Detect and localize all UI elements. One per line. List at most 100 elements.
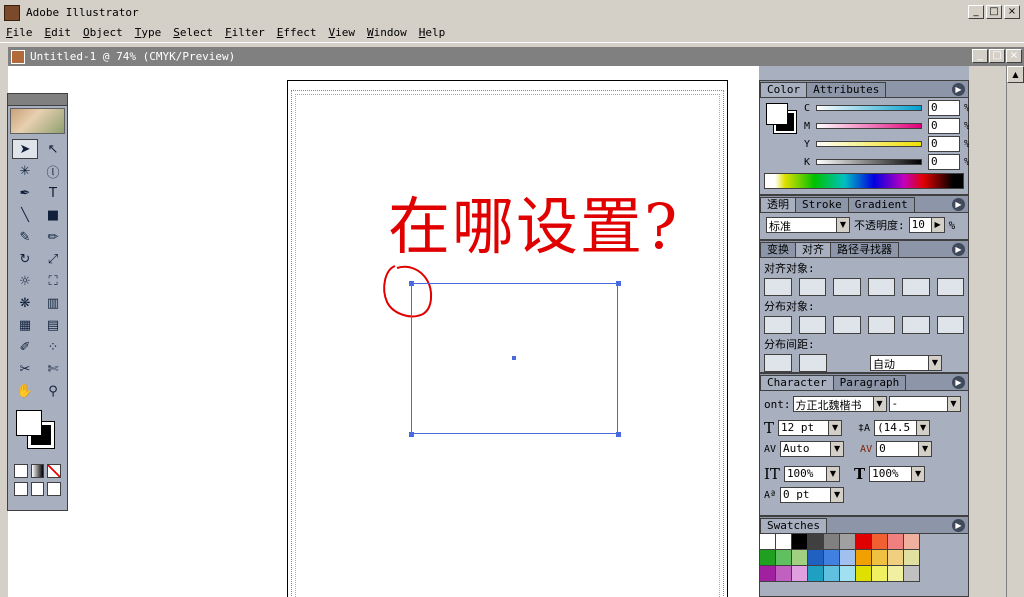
pencil-tool-icon[interactable]: ✏ (40, 227, 66, 247)
tab-attributes[interactable]: Attributes (806, 82, 887, 97)
distribute-hspace-button[interactable] (799, 354, 827, 372)
doc-minimize-button[interactable]: _ (972, 49, 988, 63)
doc-maximize-button[interactable]: □ (989, 49, 1005, 63)
font-size-input[interactable]: 12 pt ▼ (778, 420, 843, 436)
yellow-slider[interactable] (816, 141, 922, 147)
chevron-down-icon[interactable]: ▼ (836, 218, 849, 232)
screen-mode-full-menu-icon[interactable] (30, 482, 45, 496)
swatch[interactable] (856, 566, 872, 582)
slice-tool-icon[interactable]: ✂ (12, 359, 38, 379)
warp-tool-icon[interactable]: ☼ (12, 271, 38, 291)
distribute-vspace-button[interactable] (764, 354, 792, 372)
selection-handle[interactable] (409, 281, 414, 286)
selection-handle[interactable] (409, 432, 414, 437)
scissors-tool-icon[interactable]: ✄ (40, 359, 66, 379)
swatch[interactable] (888, 566, 904, 582)
tab-paragraph[interactable]: Paragraph (832, 375, 907, 390)
chevron-down-icon[interactable]: ▼ (928, 356, 941, 370)
free-transform-tool-icon[interactable]: ⛶ (40, 271, 66, 291)
minimize-button[interactable]: _ (968, 5, 984, 19)
menu-type[interactable]: Type (129, 26, 168, 39)
swatch[interactable] (824, 566, 840, 582)
swatch[interactable] (824, 550, 840, 566)
swatch[interactable] (792, 566, 808, 582)
swatch[interactable] (872, 534, 888, 550)
align-bottom-button[interactable] (936, 278, 964, 296)
scale-tool-icon[interactable]: ⤢ (40, 249, 66, 269)
swatch[interactable] (840, 566, 856, 582)
chevron-down-icon[interactable]: ▼ (830, 488, 844, 502)
rectangle-tool-icon[interactable]: ■ (40, 205, 66, 225)
blend-mode-select[interactable]: 标准 ▼ (766, 217, 850, 233)
swatch[interactable] (776, 550, 792, 566)
vertical-scale-input[interactable]: 100% ▼ (783, 466, 840, 482)
swatch[interactable] (808, 534, 824, 550)
gradient-tool-icon[interactable]: ▤ (40, 315, 66, 335)
font-style-select[interactable]: - ▼ (888, 396, 961, 412)
panel-menu-icon[interactable]: ▶ (952, 198, 965, 211)
color-mode-icon[interactable] (14, 464, 28, 478)
panel-menu-icon[interactable]: ▶ (952, 83, 965, 96)
chevron-down-icon[interactable]: ▼ (825, 467, 839, 481)
zoom-tool-icon[interactable]: ⚲ (40, 381, 66, 401)
swatch[interactable] (904, 550, 920, 566)
swatch[interactable] (872, 566, 888, 582)
swatch[interactable] (776, 566, 792, 582)
tab-stroke[interactable]: Stroke (795, 197, 849, 212)
swatch[interactable] (776, 534, 792, 550)
menu-view[interactable]: View (323, 26, 362, 39)
spacing-select[interactable]: 自动 ▼ (870, 355, 942, 371)
tab-gradient[interactable]: Gradient (847, 197, 915, 212)
opacity-input[interactable]: 10 ▶ (908, 217, 945, 233)
swatch[interactable] (872, 550, 888, 566)
scroll-up-icon[interactable]: ▲ (1007, 66, 1024, 83)
chevron-down-icon[interactable]: ▼ (916, 421, 930, 435)
kerning-input[interactable]: Auto ▼ (780, 441, 845, 457)
maximize-button[interactable]: □ (986, 5, 1002, 19)
menu-file[interactable]: File (0, 26, 39, 39)
align-vcenter-button[interactable] (902, 278, 930, 296)
swatch[interactable] (760, 534, 776, 550)
selection-handle[interactable] (616, 281, 621, 286)
symbol-sprayer-tool-icon[interactable]: ❋ (12, 293, 38, 313)
type-tool-icon[interactable]: T (40, 183, 66, 203)
swatch[interactable] (824, 534, 840, 550)
fill-stroke-swatch[interactable] (14, 408, 61, 458)
menu-filter[interactable]: Filter (219, 26, 271, 39)
pen-tool-icon[interactable]: ✒ (12, 183, 38, 203)
toolbox-header[interactable] (8, 94, 67, 106)
mesh-tool-icon[interactable]: ▦ (12, 315, 38, 335)
chevron-down-icon[interactable]: ▼ (918, 442, 932, 456)
tab-color[interactable]: Color (760, 82, 808, 97)
align-left-button[interactable] (764, 278, 792, 296)
menu-window[interactable]: Window (361, 26, 413, 39)
hand-tool-icon[interactable]: ✋ (12, 381, 38, 401)
yellow-value-input[interactable]: 0 (928, 136, 960, 152)
gradient-mode-icon[interactable] (30, 464, 45, 478)
panel-menu-icon[interactable]: ▶ (952, 243, 965, 256)
align-hcenter-button[interactable] (798, 278, 826, 296)
paintbrush-tool-icon[interactable]: ✎ (12, 227, 38, 247)
magic-wand-tool-icon[interactable]: ✳ (12, 161, 38, 181)
swatch[interactable] (856, 550, 872, 566)
magenta-value-input[interactable]: 0 (928, 118, 960, 134)
tab-character[interactable]: Character (760, 375, 834, 390)
align-top-button[interactable] (867, 278, 895, 296)
center-point[interactable] (512, 356, 516, 360)
swatch[interactable] (792, 534, 808, 550)
color-spectrum-bar[interactable] (764, 173, 964, 189)
swatch[interactable] (760, 550, 776, 566)
swatch[interactable] (792, 550, 808, 566)
menu-edit[interactable]: Edit (39, 26, 78, 39)
magenta-slider[interactable] (816, 123, 922, 129)
tab-transform[interactable]: 变换 (760, 242, 796, 257)
tracking-input[interactable]: 0 ▼ (876, 441, 933, 457)
chevron-down-icon[interactable]: ▼ (911, 467, 925, 481)
lasso-tool-icon[interactable]: ⓛ (40, 161, 66, 181)
menu-select[interactable]: Select (167, 26, 219, 39)
fill-color-box[interactable] (16, 410, 42, 436)
cyan-value-input[interactable]: 0 (928, 100, 960, 116)
vertical-scrollbar[interactable]: ▲ (1006, 66, 1024, 597)
chevron-down-icon[interactable]: ▼ (828, 421, 842, 435)
distribute-hcenter-button[interactable] (902, 316, 930, 334)
